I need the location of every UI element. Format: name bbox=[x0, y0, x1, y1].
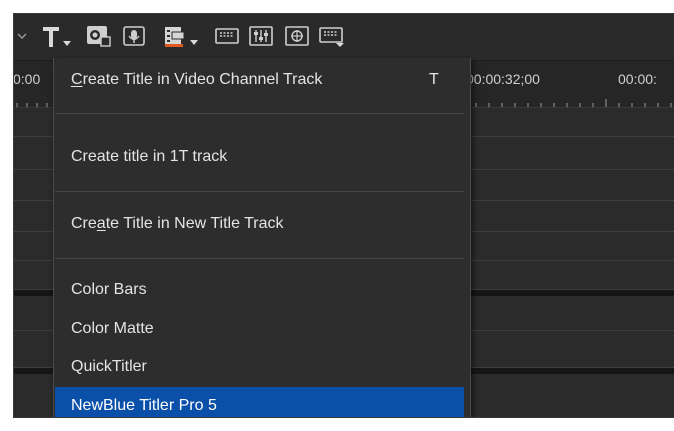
menu-item-label: Color Bars bbox=[71, 281, 147, 298]
record-narration-icon[interactable] bbox=[120, 23, 148, 49]
menu-separator bbox=[55, 258, 464, 259]
add-media-icon[interactable] bbox=[162, 23, 202, 49]
menu-item-label: Create Title in New Title Track bbox=[71, 215, 284, 232]
menu-item-create-title-1t-track[interactable]: Create title in 1T track bbox=[55, 138, 464, 176]
menu-item-color-matte[interactable]: Color Matte bbox=[55, 310, 464, 348]
capture-device-icon[interactable] bbox=[84, 23, 112, 49]
menu-item-quicktitler[interactable]: QuickTitler bbox=[55, 348, 464, 386]
menu-item-label: Create title in 1T track bbox=[71, 148, 228, 165]
title-text-icon[interactable] bbox=[40, 23, 74, 49]
menu-item-color-bars[interactable]: Color Bars bbox=[55, 271, 464, 309]
menu-item-label: Color Matte bbox=[71, 320, 154, 337]
menu-separator bbox=[55, 113, 464, 114]
audio-mixer-icon[interactable] bbox=[246, 23, 276, 49]
keyboard-icon[interactable] bbox=[212, 23, 242, 49]
menu-item-label: Create Title in Video Channel Track bbox=[71, 71, 323, 88]
ruler-time-left: 0:00 bbox=[14, 71, 41, 87]
subtitle-keyboard-icon[interactable] bbox=[316, 23, 352, 49]
menu-item-create-title-new-track[interactable]: Create Title in New Title Track bbox=[55, 205, 464, 243]
timeline-toolbar bbox=[14, 14, 674, 61]
menu-item-create-title-video-channel[interactable]: Create Title in Video Channel Track T bbox=[55, 61, 464, 99]
menu-item-label: NewBlue Titler Pro 5 bbox=[71, 397, 217, 414]
menu-item-label: QuickTitler bbox=[71, 358, 147, 375]
menu-item-newblue-titler-pro[interactable]: NewBlue Titler Pro 5 bbox=[55, 387, 464, 417]
collapse-arrow-icon[interactable] bbox=[16, 23, 28, 49]
ruler-time-right: 00:00: bbox=[618, 71, 657, 87]
editor-window: 0:00 00:00:32;00 00:00: Create Title in … bbox=[13, 13, 674, 418]
create-title-menu: Create Title in Video Channel Track T Cr… bbox=[53, 58, 471, 417]
effects-grid-icon[interactable] bbox=[282, 23, 312, 49]
menu-separator bbox=[55, 191, 464, 192]
ruler-time-mid: 00:00:32;00 bbox=[466, 71, 540, 87]
shortcut-hint: T bbox=[429, 71, 439, 88]
